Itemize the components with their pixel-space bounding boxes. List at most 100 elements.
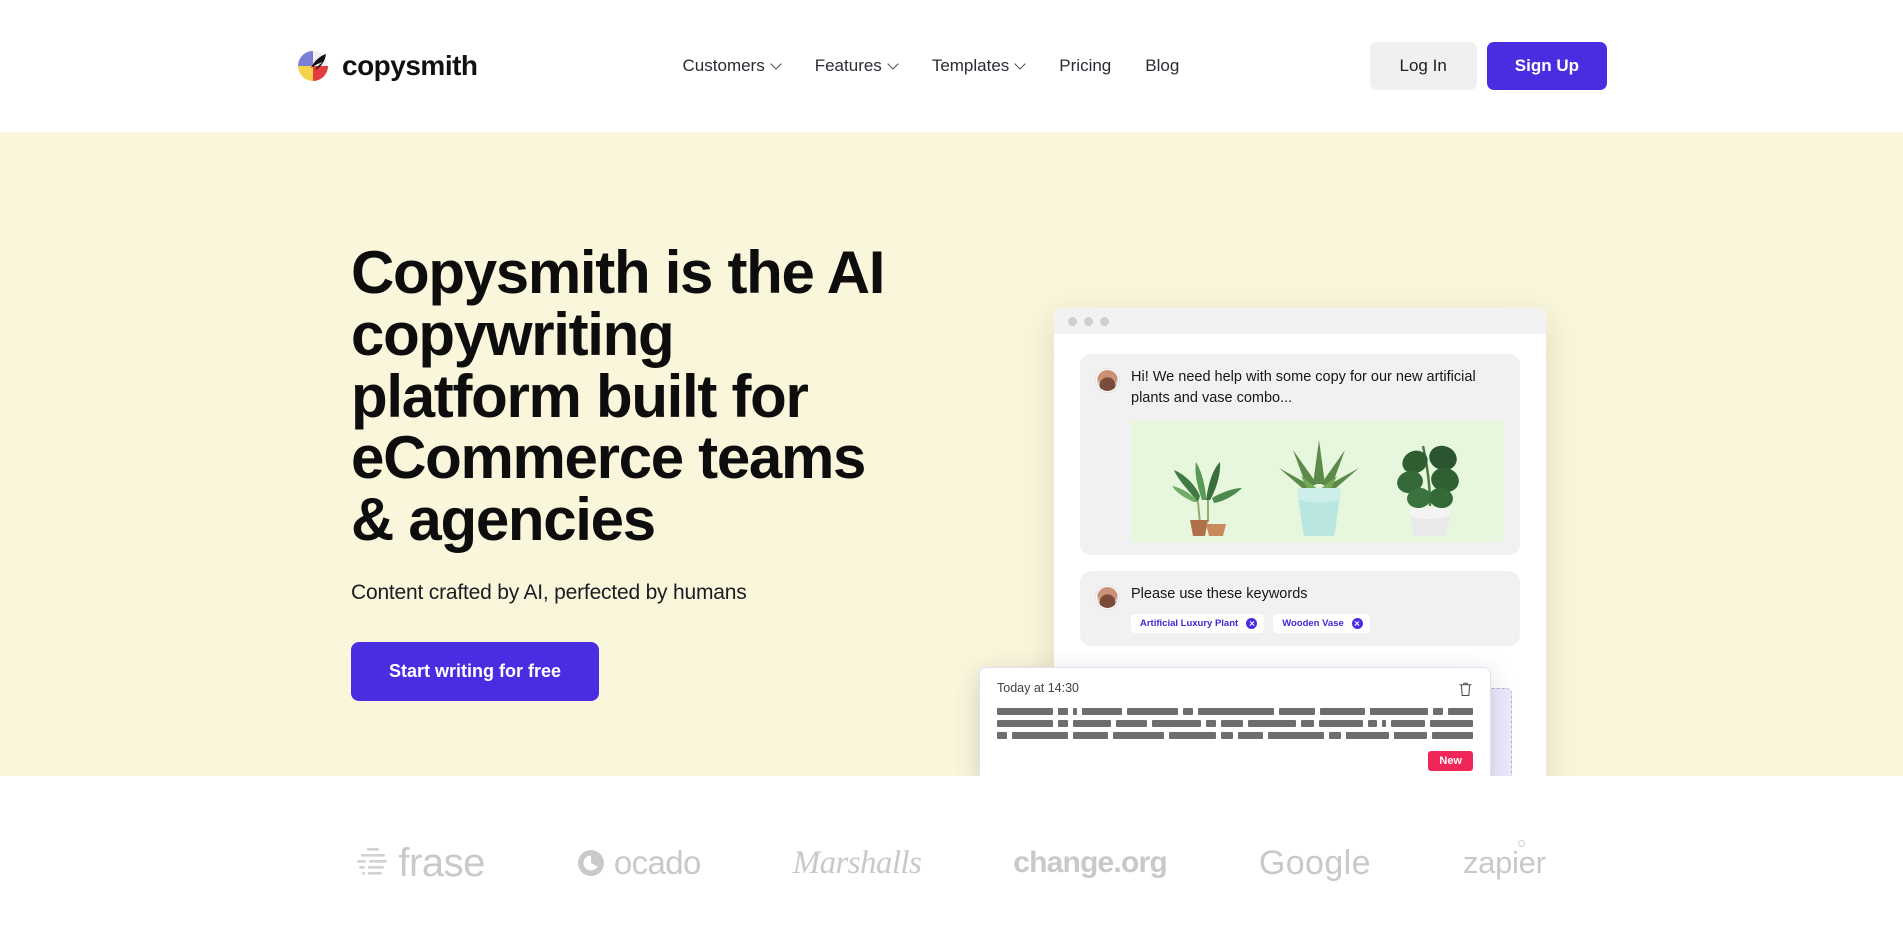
nav-item-templates[interactable]: Templates	[932, 56, 1025, 76]
logo-ocado: ocado	[577, 844, 701, 882]
logo-change-org: change.org	[1013, 846, 1168, 880]
redacted-bar	[997, 708, 1053, 715]
nav-label-customers: Customers	[682, 56, 765, 75]
nav-item-customers[interactable]: Customers	[683, 56, 781, 76]
redacted-bar	[1237, 732, 1263, 739]
redacted-bar	[1448, 708, 1474, 715]
chat-message-keywords: Please use these keywords Artificial Lux…	[1080, 571, 1520, 646]
chat-message: Hi! We need help with some copy for our …	[1080, 354, 1520, 556]
redacted-bar	[1301, 720, 1314, 727]
redacted-bar	[1112, 732, 1164, 739]
redacted-bar	[1073, 720, 1111, 727]
keyword-label: Artificial Luxury Plant	[1140, 617, 1239, 629]
brand-name: copysmith	[342, 50, 478, 81]
redacted-line	[997, 732, 1474, 739]
logo-marshalls: Marshalls	[792, 844, 922, 882]
zapier-dot-icon	[1517, 840, 1525, 847]
redacted-bar	[1057, 708, 1068, 715]
redacted-bar	[1057, 720, 1069, 727]
nav-item-blog[interactable]: Blog	[1145, 56, 1179, 76]
redacted-text	[997, 708, 1474, 739]
draft-timestamp: Today at 14:30	[997, 681, 1080, 695]
redacted-bar	[1182, 708, 1194, 715]
chat-message-text: Please use these keywords	[1131, 586, 1308, 603]
avatar	[1096, 369, 1119, 392]
redacted-bar	[1126, 708, 1178, 715]
redacted-bar	[1247, 720, 1297, 727]
close-icon[interactable]	[1246, 617, 1258, 629]
redacted-bar	[1390, 720, 1426, 727]
ocado-mark-icon	[577, 850, 604, 876]
chevron-down-icon	[889, 60, 898, 69]
mockup-titlebar	[1054, 308, 1546, 334]
redacted-bar	[997, 720, 1053, 727]
site-header: copysmith Customers Features Templates P…	[0, 0, 1903, 132]
nav-label-blog: Blog	[1145, 56, 1180, 75]
redacted-bar	[1011, 732, 1068, 739]
keyword-chip[interactable]: Artificial Luxury Plant	[1131, 613, 1265, 633]
nav-item-pricing[interactable]: Pricing	[1059, 56, 1111, 76]
window-dot-minimize-icon	[1084, 316, 1093, 326]
status-badge[interactable]: New	[1428, 751, 1473, 771]
draft-card[interactable]: Today at 14:30 New	[979, 667, 1491, 776]
nav-label-templates: Templates	[931, 56, 1010, 75]
redacted-bar	[1318, 720, 1363, 727]
page-title: Copysmith is the AI copywriting platform…	[351, 239, 885, 554]
keyword-chip[interactable]: Wooden Vase	[1273, 613, 1370, 633]
logo-google: Google	[1259, 844, 1371, 883]
brand-logo[interactable]: copysmith	[296, 49, 478, 83]
redacted-bar	[1072, 708, 1077, 715]
logo-label-change-org: change.org	[1013, 846, 1168, 879]
window-dot-close-icon	[1068, 316, 1077, 326]
log-in-button[interactable]: Log In	[1369, 42, 1477, 90]
copysmith-logo-icon	[296, 49, 330, 83]
keyword-list: Artificial Luxury Plant Wooden Vase	[1131, 613, 1504, 633]
redacted-bar	[1328, 732, 1342, 739]
start-writing-for-free-button[interactable]: Start writing for free	[351, 641, 600, 701]
redacted-bar	[1115, 720, 1148, 727]
main-navigation: Customers Features Templates Pricing Blo…	[683, 56, 1180, 76]
hero-copy: Copysmith is the AI copywriting platform…	[351, 242, 911, 701]
redacted-bar	[1198, 708, 1274, 715]
customer-logo-bar: frase ocado Marshalls change.org Google …	[0, 776, 1903, 936]
logo-label-marshalls: Marshalls	[792, 844, 922, 881]
logo-label-ocado: ocado	[613, 844, 702, 881]
nav-item-features[interactable]: Features	[815, 56, 898, 76]
close-icon[interactable]	[1351, 617, 1363, 629]
redacted-bar	[1367, 720, 1378, 727]
plant-aloe-icon	[1279, 440, 1360, 537]
redacted-bar	[1152, 720, 1201, 727]
redacted-bar	[1433, 708, 1444, 715]
window-dot-maximize-icon	[1100, 316, 1109, 326]
logo-label-zapier: zapier	[1463, 840, 1546, 881]
plant-palm-icon	[1171, 462, 1242, 537]
redacted-bar	[1267, 732, 1324, 739]
redacted-bar	[1221, 720, 1243, 727]
nav-label-features: Features	[814, 56, 882, 75]
redacted-bar	[1205, 720, 1217, 727]
logo-label-google: Google	[1258, 843, 1371, 882]
product-image	[1131, 420, 1504, 543]
redacted-bar	[1370, 708, 1429, 715]
redacted-bar	[1320, 708, 1366, 715]
redacted-bar	[1393, 732, 1427, 739]
redacted-bar	[1431, 732, 1474, 739]
nav-label-pricing: Pricing	[1059, 56, 1112, 75]
frase-mark-icon	[357, 848, 388, 875]
sign-up-button[interactable]: Sign Up	[1486, 42, 1607, 90]
trash-icon[interactable]	[1458, 681, 1473, 697]
redacted-bar	[1430, 720, 1474, 727]
chevron-down-icon	[1016, 60, 1025, 69]
logo-frase: frase	[357, 840, 485, 886]
chat-message-text: Hi! We need help with some copy for our …	[1131, 369, 1476, 406]
redacted-bar	[1168, 732, 1217, 739]
redacted-line	[997, 708, 1474, 715]
redacted-bar	[997, 732, 1007, 739]
avatar	[1096, 586, 1119, 610]
redacted-bar	[1221, 732, 1233, 739]
logo-zapier: zapier	[1463, 840, 1546, 881]
hero-section: Copysmith is the AI copywriting platform…	[0, 132, 1903, 776]
auth-actions: Log In Sign Up	[1369, 42, 1607, 90]
hero-subtitle: Content crafted by AI, perfected by huma…	[351, 580, 747, 604]
logo-label-frase: frase	[398, 840, 485, 885]
